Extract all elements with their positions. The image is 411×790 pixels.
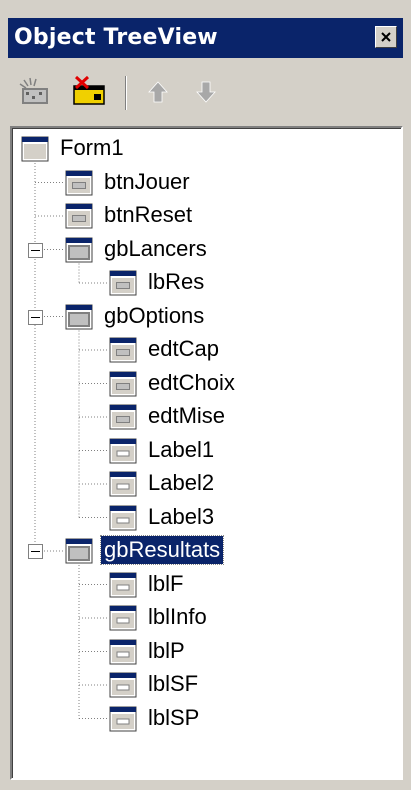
toolbar — [8, 68, 403, 118]
tree-node-label[interactable]: edtChoix — [145, 369, 238, 397]
tree-node-label[interactable]: Label2 — [145, 469, 217, 497]
move-up-button[interactable] — [138, 74, 178, 110]
button-icon — [65, 202, 93, 230]
tree-node-label[interactable]: lbRes — [145, 268, 207, 296]
tree-node[interactable]: lblInfo — [109, 602, 369, 634]
label-icon — [109, 604, 137, 632]
tree-node[interactable]: gbOptions — [65, 301, 325, 333]
title-bar[interactable]: Object TreeView — [8, 18, 403, 58]
label-icon — [109, 470, 137, 498]
delete-component-button[interactable] — [70, 74, 110, 110]
move-down-button[interactable] — [186, 74, 226, 110]
close-icon — [381, 32, 391, 42]
tree-node[interactable]: edtChoix — [109, 368, 369, 400]
tree-node[interactable]: lblF — [109, 569, 369, 601]
tree-node[interactable]: Label2 — [109, 468, 369, 500]
tree-node[interactable]: edtMise — [109, 401, 369, 433]
groupbox-icon — [65, 303, 93, 331]
tree-node-label[interactable]: Form1 — [57, 134, 127, 162]
close-button[interactable] — [375, 26, 397, 48]
tree-node-label[interactable]: lblF — [145, 570, 186, 598]
tree-node[interactable]: gbResultats — [65, 535, 325, 567]
tree-node-label[interactable]: edtCap — [145, 335, 222, 363]
tree-content: Form1 btnJouer btnReset gbLancers lbRes gbOpt… — [12, 128, 401, 778]
groupbox-icon — [65, 537, 93, 565]
tree-node[interactable]: btnJouer — [65, 167, 325, 199]
arrow-down-icon — [196, 81, 216, 103]
tree-node[interactable]: lbRes — [109, 267, 369, 299]
tree-node[interactable]: lblP — [109, 636, 369, 668]
tree-node-label[interactable]: Label1 — [145, 436, 217, 464]
tree-node[interactable]: lblSP — [109, 703, 369, 735]
button-icon — [65, 169, 93, 197]
arrow-up-icon — [148, 81, 168, 103]
tree-node[interactable]: Label1 — [109, 435, 369, 467]
label-icon — [109, 437, 137, 465]
tree-node-label[interactable]: lblSF — [145, 670, 201, 698]
tree-node-label[interactable]: gbResultats — [99, 535, 225, 565]
collapse-toggle[interactable] — [28, 242, 43, 258]
button-icon — [109, 269, 137, 297]
groupbox-icon — [65, 236, 93, 264]
window-title: Object TreeView — [14, 25, 218, 50]
tree-node[interactable]: edtCap — [109, 334, 369, 366]
object-tree[interactable]: Form1 btnJouer btnReset gbLancers lbRes gbOpt… — [10, 126, 403, 780]
tree-node[interactable]: Label3 — [109, 502, 369, 534]
label-icon — [109, 638, 137, 666]
collapse-toggle[interactable] — [28, 544, 43, 559]
new-component-icon — [19, 77, 48, 104]
tree-node-label[interactable]: gbOptions — [101, 302, 207, 330]
tree-node-label[interactable]: edtMise — [145, 402, 228, 430]
tree-node-label[interactable]: lblP — [145, 637, 188, 665]
label-icon — [109, 705, 137, 733]
tree-node-label[interactable]: gbLancers — [101, 235, 210, 263]
tree-node-label[interactable]: lblInfo — [145, 603, 210, 631]
toolbar-separator — [125, 76, 127, 110]
form-icon — [21, 135, 49, 163]
tree-node-label[interactable]: btnJouer — [101, 168, 193, 196]
button-icon — [109, 403, 137, 431]
label-icon — [109, 671, 137, 699]
label-icon — [109, 504, 137, 532]
label-icon — [109, 571, 137, 599]
button-icon — [109, 336, 137, 364]
tree-node[interactable]: lblSF — [109, 669, 369, 701]
tree-node-label[interactable]: lblSP — [145, 704, 202, 732]
collapse-toggle[interactable] — [28, 309, 43, 325]
new-component-button[interactable] — [16, 74, 56, 110]
delete-component-icon — [73, 75, 105, 105]
tree-node[interactable]: Form1 — [21, 133, 281, 165]
object-treeview-window: Object TreeView Form1 btnJouer btnReset … — [0, 0, 411, 790]
tree-node[interactable]: gbLancers — [65, 234, 325, 266]
tree-node-label[interactable]: btnReset — [101, 201, 195, 229]
button-icon — [109, 370, 137, 398]
tree-node[interactable]: btnReset — [65, 200, 325, 232]
tree-node-label[interactable]: Label3 — [145, 503, 217, 531]
